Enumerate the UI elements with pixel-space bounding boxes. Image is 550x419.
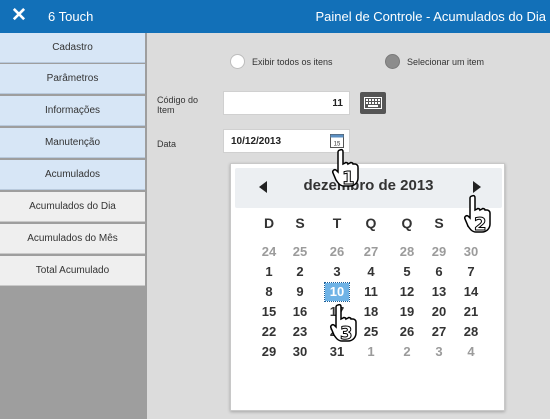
sidebar-item-label: Acumulados do Mês [27, 233, 118, 244]
calendar-day[interactable]: 25 [359, 323, 383, 341]
weekday-header: T [332, 215, 342, 231]
month-label: dezembro de 2013 [303, 177, 434, 194]
sidebar-item-manutencao[interactable]: Manutenção [0, 128, 145, 158]
calendar-day[interactable]: 27 [359, 243, 383, 261]
calendar-day[interactable]: 30 [459, 243, 483, 261]
calendar-day[interactable]: 19 [395, 303, 419, 321]
calendar-day[interactable]: 24 [257, 243, 281, 261]
sidebar-item-label: Cadastro [52, 42, 93, 53]
calendar-day[interactable]: 29 [427, 243, 451, 261]
calendar-day[interactable]: 9 [288, 283, 312, 301]
close-icon[interactable]: ✕ [11, 4, 27, 28]
radio-all-label: Exibir todos os itens [252, 56, 333, 67]
calendar-day[interactable]: 25 [288, 243, 312, 261]
calendar-day[interactable]: 20 [427, 303, 451, 321]
calendar-day[interactable]: 8 [257, 283, 281, 301]
keyboard-button[interactable] [360, 92, 386, 114]
calendar-day[interactable]: 23 [288, 323, 312, 341]
sidebar-item-label: Acumulados do Dia [29, 201, 116, 212]
calendar-day[interactable]: 14 [459, 283, 483, 301]
calendar-day[interactable]: 18 [359, 303, 383, 321]
calendar-day[interactable]: 31 [325, 343, 349, 361]
calendar-day[interactable]: 7 [459, 263, 483, 281]
calendar-day[interactable]: 1 [257, 263, 281, 281]
calendar-day[interactable]: 21 [459, 303, 483, 321]
calendar-day[interactable]: 29 [257, 343, 281, 361]
sidebar-item-informacoes[interactable]: Informações [0, 96, 145, 126]
weekday-header: D [263, 215, 275, 231]
sidebar: Cadastro Parâmetros Informações Manutenç… [0, 33, 147, 419]
calendar-day[interactable]: 1 [359, 343, 383, 361]
code-input[interactable]: 11 [223, 91, 350, 115]
calendar-day[interactable]: 16 [288, 303, 312, 321]
calendar-day[interactable]: 26 [325, 243, 349, 261]
radio-all-indicator[interactable] [230, 54, 245, 69]
weekday-header: S [466, 215, 476, 231]
sidebar-item-total-acumulado[interactable]: Total Acumulado [0, 256, 145, 286]
code-label: Código do Item [157, 95, 198, 115]
calendar-day-selected[interactable]: 10 [324, 282, 350, 302]
calendar-day[interactable]: 2 [395, 343, 419, 361]
sidebar-item-label: Acumulados [44, 169, 101, 180]
calendar-day[interactable]: 11 [359, 283, 383, 301]
radio-select-item[interactable]: Selecionar um item [385, 54, 484, 69]
calendar-day[interactable]: 17 [325, 303, 349, 321]
calendar-day[interactable]: 22 [257, 323, 281, 341]
next-month-icon[interactable] [473, 181, 481, 193]
calendar-day[interactable]: 24 [325, 323, 349, 341]
calendar-day[interactable]: 5 [395, 263, 419, 281]
calendar-day[interactable]: 30 [288, 343, 312, 361]
code-label-line2: Item [157, 105, 175, 115]
weekday-header: Q [365, 215, 377, 231]
calendar-day[interactable]: 13 [427, 283, 451, 301]
calendar-day[interactable]: 4 [359, 263, 383, 281]
date-label: Data [157, 139, 177, 149]
weekday-header: S [295, 215, 305, 231]
sidebar-item-label: Parâmetros [46, 73, 99, 84]
radio-select-indicator[interactable] [385, 54, 400, 69]
calendar-header: dezembro de 2013 [235, 168, 502, 208]
calendar-day[interactable]: 15 [257, 303, 281, 321]
calendar-day[interactable]: 6 [427, 263, 451, 281]
calendar-day[interactable]: 27 [427, 323, 451, 341]
radio-select-label: Selecionar um item [407, 56, 485, 67]
svg-text:15: 15 [334, 142, 341, 148]
sidebar-item-label: Manutenção [44, 137, 101, 148]
weekday-header: S [434, 215, 444, 231]
sidebar-item-label: Informações [44, 105, 101, 116]
date-picker-popup: dezembro de 2013 D S T Q Q S S 24 25 26 27 28 29 30 1 2… [230, 163, 505, 411]
code-label-line1: Código do [157, 95, 199, 105]
calendar-day[interactable]: 3 [427, 343, 451, 361]
sidebar-item-parametros[interactable]: Parâmetros [0, 64, 145, 94]
calendar-day[interactable]: 12 [395, 283, 419, 301]
calendar-day[interactable]: 28 [395, 243, 419, 261]
calendar-day[interactable]: 3 [325, 263, 349, 281]
code-value: 11 [332, 98, 343, 109]
date-value: 10/12/2013 [231, 136, 282, 147]
calendar-icon[interactable]: 15 [330, 133, 344, 148]
sidebar-item-cadastro[interactable]: Cadastro [0, 33, 145, 63]
sidebar-item-acumulados-do-mes[interactable]: Acumulados do Mês [0, 224, 145, 254]
panel-title: Painel de Controle - Acumulados do Dia [315, 9, 546, 24]
calendar-day[interactable]: 4 [459, 343, 483, 361]
calendar-day[interactable]: 26 [395, 323, 419, 341]
calendar-day[interactable]: 2 [288, 263, 312, 281]
sidebar-item-acumulados[interactable]: Acumulados [0, 160, 145, 190]
title-bar: ✕ 6 Touch Painel de Controle - Acumulado… [0, 0, 550, 33]
sidebar-item-label: Total Acumulado [35, 265, 110, 276]
sidebar-item-acumulados-do-dia[interactable]: Acumulados do Dia [0, 192, 145, 222]
weekday-header: Q [401, 215, 413, 231]
app-title: 6 Touch [48, 9, 94, 24]
keyboard-icon [364, 97, 382, 109]
calendar-day[interactable]: 28 [459, 323, 483, 341]
radio-all-items[interactable]: Exibir todos os itens [230, 54, 333, 69]
